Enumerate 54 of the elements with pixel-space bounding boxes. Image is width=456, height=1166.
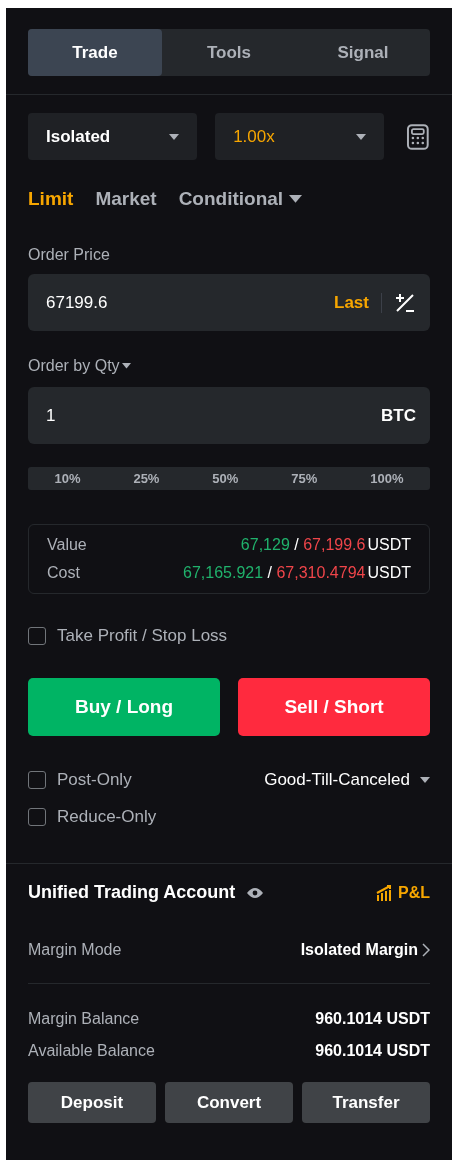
pnl-link[interactable]: P&L [376, 883, 430, 902]
balance-label: Margin Balance [28, 1010, 140, 1028]
summary-value: 67,165.921 / 67,310.4794USDT [183, 564, 411, 582]
percent-option[interactable]: 75% [291, 471, 318, 486]
caret-icon [289, 195, 303, 203]
balance-value: 960.1014 USDT [315, 1042, 430, 1060]
checkbox[interactable] [28, 627, 46, 645]
margin-mode-link[interactable]: Isolated Margin [300, 941, 430, 959]
order-type-tab[interactable]: Limit [28, 188, 74, 210]
summary-label: Cost [47, 564, 80, 582]
account-button[interactable]: Deposit [28, 1082, 156, 1123]
percent-option[interactable]: 10% [54, 471, 81, 486]
leverage-select[interactable]: 1.00x [215, 113, 385, 160]
checkbox-label: Take Profit / Stop Loss [57, 626, 228, 646]
time-in-force-select[interactable]: Good-Till-Canceled [264, 770, 430, 790]
order-qty-field[interactable]: 1 BTC [28, 387, 430, 444]
checkbox-label: Reduce-Only [57, 807, 157, 827]
checkbox-label: Post-Only [57, 770, 132, 790]
tab[interactable]: Signal [296, 29, 430, 76]
sell-button[interactable]: Sell / Short [238, 678, 430, 736]
caret-icon [356, 133, 367, 140]
calculator-icon[interactable] [406, 123, 430, 150]
order-type-tab[interactable]: Market [95, 188, 157, 210]
plus-minus-icon[interactable] [394, 291, 416, 314]
field-value: 67199.6 [46, 292, 109, 313]
percent-option[interactable]: 50% [212, 471, 239, 486]
caret-icon [420, 777, 430, 783]
checkbox[interactable] [28, 808, 46, 826]
eye-icon[interactable] [247, 886, 264, 899]
tab[interactable]: Tools [162, 29, 296, 76]
margin-mode-label: Margin Mode [28, 941, 122, 959]
bar-chart-icon [376, 884, 394, 901]
margin-type-select[interactable]: Isolated [28, 113, 198, 160]
chevron-right-icon [422, 943, 430, 957]
price-type-label[interactable]: Last [334, 292, 369, 313]
field-value: 1 [46, 405, 57, 426]
balance-label: Available Balance [28, 1042, 155, 1060]
checkbox[interactable] [28, 771, 46, 789]
balance-value: 960.1014 USDT [315, 1010, 430, 1028]
percent-option[interactable]: 25% [133, 471, 160, 486]
order-price-field[interactable]: 67199.6 Last [28, 274, 430, 331]
unit-label: BTC [381, 405, 416, 426]
summary-label: Value [47, 536, 87, 554]
account-button[interactable]: Convert [165, 1082, 293, 1123]
account-title: Unified Trading Account [28, 882, 236, 903]
order-type-tab[interactable]: Conditional [178, 188, 303, 210]
percent-option[interactable]: 100% [370, 471, 404, 486]
field-label: Order Price [28, 246, 110, 264]
summary-value: 67,129 / 67,199.6USDT [240, 536, 411, 554]
field-label[interactable]: Order by Qty [28, 357, 120, 375]
tab[interactable]: Trade [28, 29, 162, 76]
account-button[interactable]: Transfer [302, 1082, 430, 1123]
caret-icon [121, 363, 131, 369]
caret-icon [169, 133, 180, 140]
